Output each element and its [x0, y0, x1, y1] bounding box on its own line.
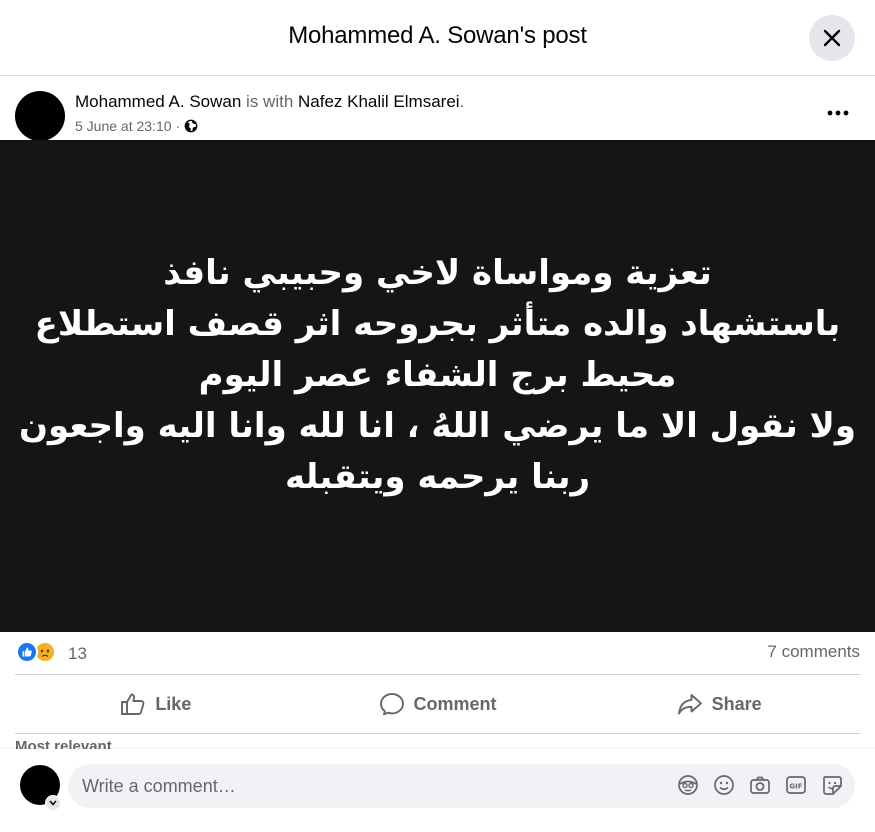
- post-timestamp[interactable]: 5 June at 23:10: [75, 118, 172, 134]
- with-text: is with: [241, 92, 298, 111]
- composer-tools: GIF: [677, 774, 843, 796]
- dialog-title: Mohammed A. Sowan's post: [288, 22, 587, 49]
- avatar-switch-button[interactable]: [45, 795, 61, 811]
- post-meta: 5 June at 23:10 ·: [75, 118, 198, 134]
- sticker-icon[interactable]: [821, 774, 843, 796]
- share-icon: [677, 694, 702, 715]
- more-options-button[interactable]: [818, 98, 858, 128]
- more-icon: [827, 110, 849, 116]
- reactions-summary: 13 7 comments: [0, 632, 875, 674]
- image-text-line: تعزية ومواساة لاخي وحبيبي نافذ: [163, 252, 712, 293]
- emoji-icon[interactable]: [713, 774, 735, 796]
- image-text-line: ربنا يرحمه ويتقبله: [284, 456, 591, 497]
- close-icon: [823, 29, 841, 47]
- comment-sort-dropdown[interactable]: Most relevant: [15, 738, 112, 749]
- tagged-name[interactable]: Nafez Khalil Elmsarei: [298, 92, 460, 111]
- comments-count[interactable]: 7 comments: [767, 642, 860, 662]
- comment-button[interactable]: Comment: [297, 675, 579, 733]
- post-image-text: تعزية ومواساة لاخي وحبيبي نافذ باستشهاد …: [19, 248, 856, 503]
- close-button[interactable]: [809, 15, 855, 61]
- post-header: Mohammed A. Sowan is with Nafez Khalil E…: [0, 76, 875, 141]
- author-avatar[interactable]: [15, 91, 65, 141]
- comment-label: Comment: [413, 693, 497, 714]
- meta-separator: ·: [175, 118, 181, 134]
- camera-icon[interactable]: [749, 774, 771, 796]
- comment-input-container: GIF: [68, 764, 855, 808]
- post-image[interactable]: تعزية ومواساة لاخي وحبيبي نافذ باستشهاد …: [0, 140, 875, 632]
- image-text-line: باستشهاد والده متأثر بجروحه اثر قصف استط…: [34, 303, 841, 344]
- share-button[interactable]: Share: [578, 675, 860, 733]
- like-button[interactable]: Like: [15, 675, 297, 733]
- svg-text:GIF: GIF: [789, 783, 802, 791]
- like-label: Like: [155, 693, 192, 714]
- chevron-down-icon: [49, 800, 57, 806]
- image-text-line: ولا نقول الا ما يرضي اللهُ ، انا لله وان…: [18, 405, 857, 446]
- gif-icon[interactable]: GIF: [785, 774, 807, 796]
- author-line: Mohammed A. Sowan is with Nafez Khalil E…: [75, 92, 464, 112]
- like-reaction-icon: [16, 641, 38, 663]
- dialog-header: Mohammed A. Sowan's post: [0, 0, 875, 76]
- author-name[interactable]: Mohammed A. Sowan: [75, 92, 241, 111]
- period: .: [459, 92, 465, 111]
- comment-input[interactable]: [82, 764, 662, 808]
- reaction-count[interactable]: 13: [68, 644, 87, 664]
- like-icon: [121, 693, 145, 715]
- reaction-icons[interactable]: [16, 641, 56, 663]
- share-label: Share: [711, 693, 762, 714]
- image-text-line: محيط برج الشفاء عصر اليوم: [198, 354, 677, 395]
- globe-icon: [184, 119, 198, 133]
- avatar-sticker-icon[interactable]: [677, 774, 699, 796]
- comment-icon: [379, 693, 404, 716]
- post-actions: Like Comment Share: [15, 674, 860, 734]
- comment-composer: GIF: [0, 749, 875, 832]
